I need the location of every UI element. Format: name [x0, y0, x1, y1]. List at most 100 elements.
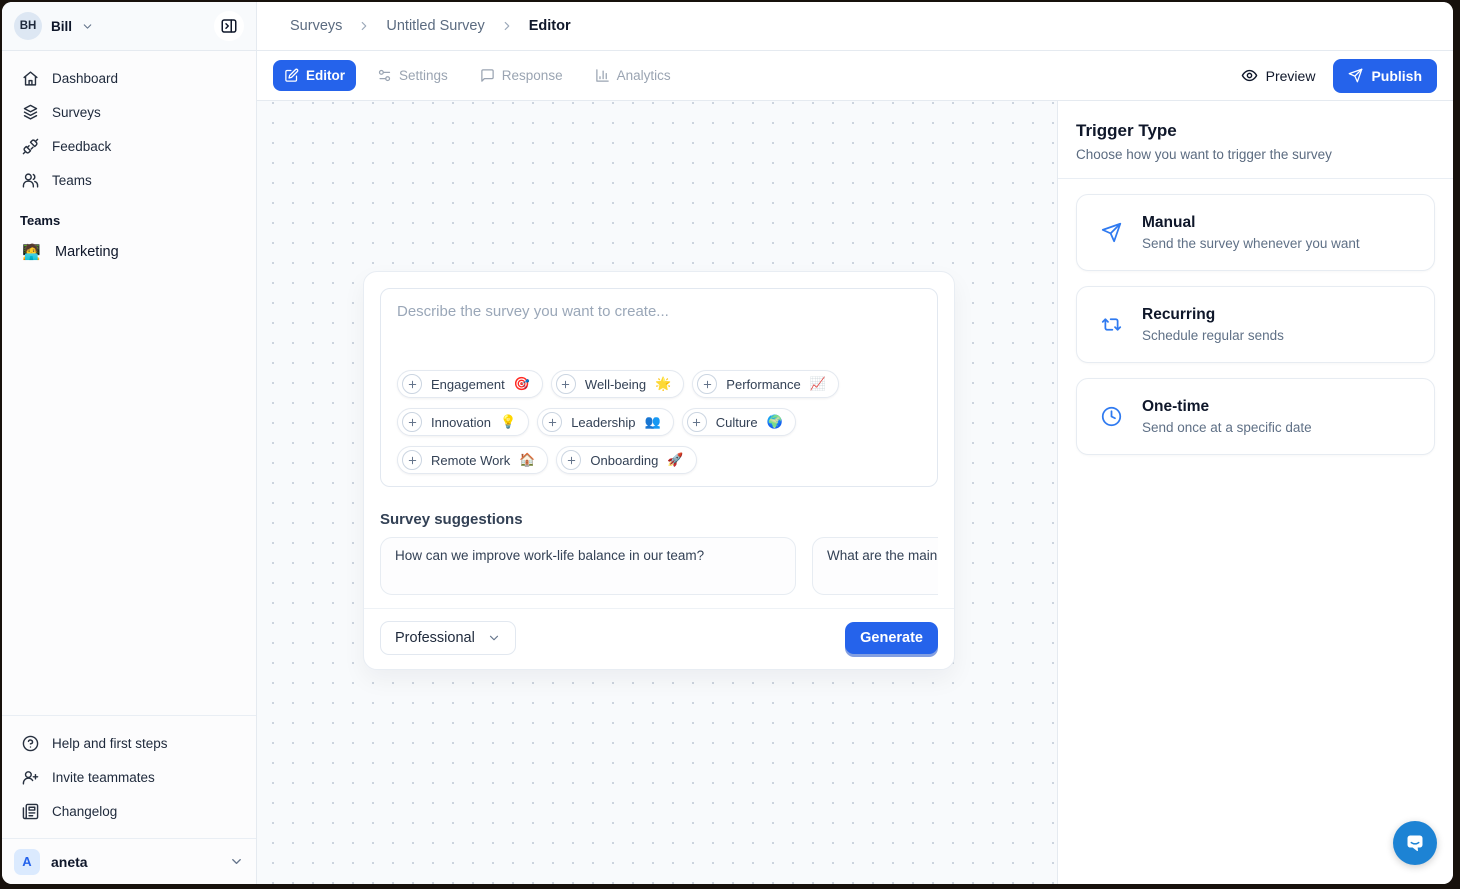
- publish-button[interactable]: Publish: [1333, 59, 1437, 93]
- home-icon: [22, 70, 39, 87]
- suggestions-row: How can we improve work-life balance in …: [380, 537, 938, 595]
- sidebar-item-label: Help and first steps: [52, 736, 168, 751]
- editor-canvas[interactable]: Describe the survey you want to create..…: [257, 101, 1057, 884]
- main-area: Surveys Untitled Survey Editor Editor Se…: [257, 2, 1453, 884]
- app-window: BH Bill Dashboard Surveys Feedback: [2, 2, 1453, 884]
- topic-chip-culture[interactable]: Culture 🌍: [682, 408, 796, 436]
- trigger-type-panel: Trigger Type Choose how you want to trig…: [1057, 101, 1453, 884]
- plus-icon: [687, 412, 707, 432]
- sidebar-item-changelog[interactable]: Changelog: [14, 794, 244, 828]
- breadcrumb-surveys[interactable]: Surveys: [290, 18, 342, 34]
- team-label: Marketing: [55, 244, 119, 260]
- topic-chip-innovation[interactable]: Innovation 💡: [397, 408, 529, 436]
- topic-chip-engagement[interactable]: Engagement 🎯: [397, 370, 543, 398]
- chip-label: Onboarding: [590, 453, 658, 468]
- plus-icon: [402, 412, 422, 432]
- clock-icon: [1101, 406, 1122, 427]
- user-name: aneta: [51, 854, 88, 870]
- preview-button[interactable]: Preview: [1241, 67, 1316, 84]
- plus-icon: [561, 450, 581, 470]
- tab-label: Response: [502, 68, 563, 83]
- chevron-down-icon: [229, 854, 244, 869]
- tab-analytics[interactable]: Analytics: [584, 60, 682, 91]
- sidebar-item-label: Dashboard: [52, 71, 118, 86]
- workspace-switcher[interactable]: BH Bill: [2, 2, 256, 51]
- panel-header: Trigger Type Choose how you want to trig…: [1058, 101, 1453, 179]
- sidebar-item-surveys[interactable]: Surveys: [14, 95, 244, 129]
- plus-icon: [402, 450, 422, 470]
- sidebar-item-teams[interactable]: Teams: [14, 163, 244, 197]
- sidebar-collapse-button[interactable]: [214, 11, 244, 41]
- survey-prompt-input[interactable]: Describe the survey you want to create..…: [380, 288, 938, 487]
- sidebar-item-label: Invite teammates: [52, 770, 155, 785]
- sidebar-item-dashboard[interactable]: Dashboard: [14, 61, 244, 95]
- workspace-name: Bill: [51, 19, 72, 34]
- teams-section-label: Teams: [2, 197, 256, 232]
- chip-emoji: 📈: [810, 376, 826, 392]
- chip-label: Innovation: [431, 415, 491, 430]
- chat-bubble-icon: [1403, 831, 1427, 855]
- tone-value: Professional: [395, 630, 475, 646]
- chip-emoji: 🚀: [667, 452, 683, 468]
- sidebar-item-label: Feedback: [52, 139, 111, 154]
- tone-select[interactable]: Professional: [380, 621, 516, 655]
- plus-icon: [402, 374, 422, 394]
- users-icon: [22, 172, 39, 189]
- trigger-option-manual[interactable]: Manual Send the survey whenever you want: [1076, 194, 1435, 271]
- chat-launcher-button[interactable]: [1393, 821, 1437, 865]
- topic-chip-performance[interactable]: Performance 📈: [692, 370, 839, 398]
- trigger-option-title: Recurring: [1142, 306, 1284, 324]
- breadcrumb-editor: Editor: [529, 18, 571, 34]
- suggestion-card[interactable]: What are the main ob: [812, 537, 938, 595]
- sidebar-item-help[interactable]: Help and first steps: [14, 726, 244, 760]
- repeat-icon: [1101, 314, 1122, 335]
- chip-label: Performance: [726, 377, 800, 392]
- sliders-icon: [377, 68, 392, 83]
- chip-label: Remote Work: [431, 453, 510, 468]
- topic-chips: Engagement 🎯 Well-being 🌟: [397, 370, 921, 474]
- breadcrumb-untitled-survey[interactable]: Untitled Survey: [386, 18, 484, 34]
- trigger-option-one-time[interactable]: One-time Send once at a specific date: [1076, 378, 1435, 455]
- chip-emoji: 🌍: [767, 414, 783, 430]
- sidebar-item-invite[interactable]: Invite teammates: [14, 760, 244, 794]
- chip-label: Engagement: [431, 377, 505, 392]
- generate-button[interactable]: Generate: [845, 622, 938, 654]
- topic-chip-remote-work[interactable]: Remote Work 🏠: [397, 446, 548, 474]
- tab-label: Analytics: [617, 68, 671, 83]
- layers-icon: [22, 104, 39, 121]
- topic-chip-well-being[interactable]: Well-being 🌟: [551, 370, 684, 398]
- sidebar-team-marketing[interactable]: 🧑‍💻 Marketing: [2, 232, 256, 272]
- trigger-option-description: Send once at a specific date: [1142, 420, 1312, 435]
- preview-label: Preview: [1266, 68, 1316, 84]
- chip-emoji: 💡: [500, 414, 516, 430]
- chevron-down-icon: [487, 631, 501, 645]
- chevron-down-icon: [81, 20, 94, 33]
- message-icon: [480, 68, 495, 83]
- chevron-right-icon: [357, 19, 371, 33]
- chip-label: Leadership: [571, 415, 635, 430]
- edit-icon: [284, 68, 299, 83]
- publish-label: Publish: [1371, 68, 1422, 84]
- breadcrumb: Surveys Untitled Survey Editor: [257, 2, 1453, 51]
- chip-label: Culture: [716, 415, 758, 430]
- topic-chip-leadership[interactable]: Leadership 👥: [537, 408, 674, 436]
- suggestion-card[interactable]: How can we improve work-life balance in …: [380, 537, 796, 595]
- chip-emoji: 🌟: [655, 376, 671, 392]
- sidebar-item-feedback[interactable]: Feedback: [14, 129, 244, 163]
- chip-label: Well-being: [585, 377, 646, 392]
- tab-settings[interactable]: Settings: [366, 60, 459, 91]
- tab-bar: Editor Settings Response Analytics Previ…: [257, 51, 1453, 101]
- tab-editor[interactable]: Editor: [273, 60, 356, 91]
- send-icon: [1101, 222, 1122, 243]
- tab-response[interactable]: Response: [469, 60, 574, 91]
- user-menu[interactable]: A aneta: [2, 838, 256, 884]
- topic-chip-onboarding[interactable]: Onboarding 🚀: [556, 446, 696, 474]
- sidebar-item-label: Changelog: [52, 804, 117, 819]
- workspace-avatar: BH: [14, 12, 42, 40]
- tab-label: Settings: [399, 68, 448, 83]
- user-avatar: A: [14, 849, 40, 875]
- send-icon: [1348, 68, 1363, 83]
- survey-composer-card: Describe the survey you want to create..…: [363, 271, 955, 670]
- help-circle-icon: [22, 735, 39, 752]
- trigger-option-recurring[interactable]: Recurring Schedule regular sends: [1076, 286, 1435, 363]
